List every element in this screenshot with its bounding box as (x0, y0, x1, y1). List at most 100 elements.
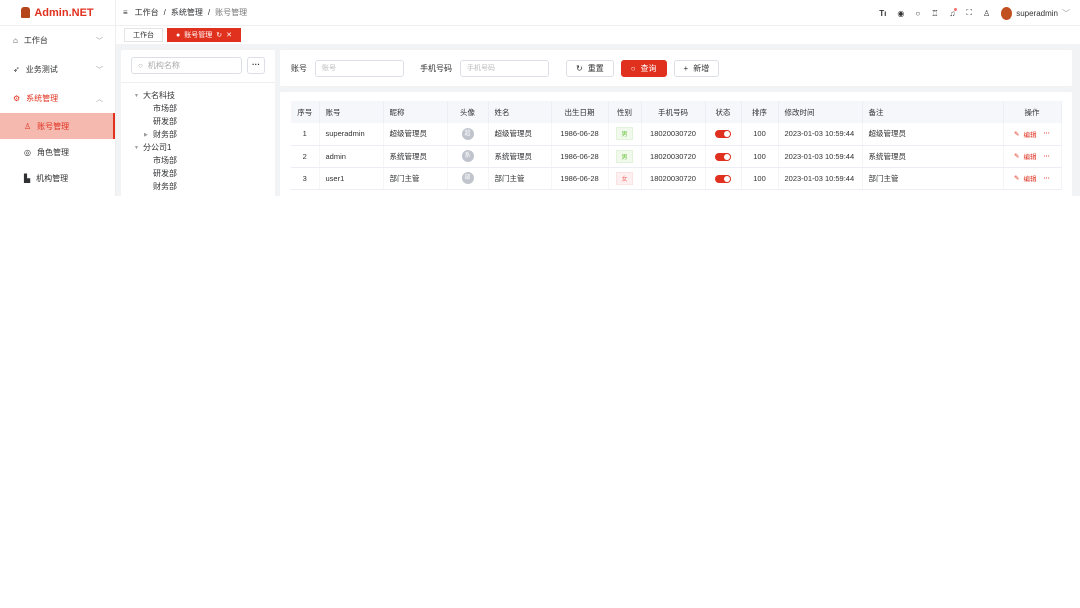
header-tools: Tı ◉ ○ ♖ ♫ ⛶ ♙ superadmin ﹀ (879, 0, 1070, 26)
cell-sex: 女 (608, 167, 642, 190)
phone-input[interactable]: 手机号码 (460, 59, 549, 77)
edit-button[interactable]: 编辑 (1023, 151, 1036, 161)
add-button[interactable]: + 新增 (673, 59, 720, 77)
org-search-input[interactable]: ○ 机构名称 (131, 57, 242, 74)
logo[interactable]: Admin.NET (0, 0, 115, 26)
cell-nickname: 部门主管 (383, 167, 448, 190)
chevron-down-icon: ﹀ (96, 37, 103, 45)
divider (121, 82, 275, 83)
edit-button[interactable]: 编辑 (1023, 173, 1036, 183)
col-header: 修改时间 (778, 101, 863, 123)
sidebar-item-account[interactable]: ♙ 账号管理 (0, 113, 115, 139)
breadcrumb-item[interactable]: 系统管理 (171, 7, 203, 18)
edit-icon[interactable]: ✎ (1014, 130, 1019, 138)
col-header: 备注 (862, 101, 1004, 123)
query-button[interactable]: ○ 查询 (620, 59, 667, 77)
col-header: 姓名 (488, 101, 552, 123)
more-button[interactable]: ··· (1043, 175, 1050, 182)
chevron-down-icon: ﹀ (1062, 8, 1070, 18)
search-panel: 账号 账号 手机号码 手机号码 ↻ 重置 ○ 查询 + 新增 (280, 50, 1072, 86)
avatar: 超 (461, 127, 474, 140)
theme-shirt-icon[interactable]: ♖ (931, 9, 938, 18)
menu-label: 角色管理 (36, 147, 69, 157)
tree-node[interactable]: 市场部 (153, 156, 177, 166)
sidebar-item-role[interactable]: ◎ 角色管理 (0, 139, 115, 165)
edit-icon[interactable]: ✎ (1014, 174, 1019, 182)
tree-node[interactable]: ▶ 财务部 (144, 130, 177, 140)
bell-icon[interactable]: ♫ (949, 7, 958, 18)
breadcrumb-sep: / (207, 8, 211, 17)
cell-birth: 1986-06-28 (551, 145, 609, 168)
status-toggle[interactable] (715, 152, 731, 161)
caret-down-icon: ▼ (134, 93, 139, 99)
user-icon[interactable]: ♙ (983, 9, 990, 18)
cell-name: 超级管理员 (488, 123, 552, 146)
sidebar-item-business-test[interactable]: ➶ 业务测试 ﹀ (0, 55, 115, 84)
org-tree-panel: ○ 机构名称 ··· ▼ 大名科技 市场部 研发部 ▶ 财务部 ▼ 分公司1 市场部 研… (121, 50, 275, 196)
tab-account[interactable]: ● 账号管理 ↻ ✕ (167, 28, 241, 42)
col-header: 操作 (1003, 101, 1062, 123)
table-row[interactable]: 2 admin 系统管理员 系 系统管理员 1986-06-28 男 18020… (291, 145, 1062, 168)
status-toggle[interactable] (715, 130, 731, 139)
tree-node[interactable]: 研发部 (153, 117, 177, 127)
cell-no: 2 (291, 145, 320, 168)
breadcrumb: 工作台 / 系统管理 / 账号管理 (135, 7, 247, 18)
tab-label: 工作台 (133, 32, 154, 39)
col-header: 头像 (447, 101, 489, 123)
cell-account: admin (319, 145, 384, 168)
chevron-up-icon: ︿ (96, 95, 103, 103)
language-icon[interactable]: ◉ (897, 9, 904, 18)
cell-time: 2023-01-03 10:59:44 (778, 123, 863, 146)
table-row[interactable]: 3 user1 部门主管 部 部门主管 1986-06-28 女 1802003… (291, 167, 1062, 190)
account-label: 账号 (291, 63, 307, 73)
edit-icon[interactable]: ✎ (1014, 152, 1019, 160)
search-icon[interactable]: ○ (915, 9, 920, 18)
edit-button[interactable]: 编辑 (1023, 129, 1036, 139)
tree-node[interactable]: 市场部 (153, 104, 177, 114)
cell-name: 系统管理员 (488, 145, 552, 168)
tree-node[interactable]: 研发部 (153, 169, 177, 179)
more-button[interactable]: ··· (1043, 153, 1050, 160)
cell-sex: 男 (608, 123, 642, 146)
caret-down-icon: ▼ (134, 145, 139, 151)
menu-fold-icon[interactable]: ≡ (123, 8, 128, 17)
table-row[interactable]: 1 superadmin 超级管理员 超 超级管理员 1986-06-28 男 … (291, 123, 1062, 146)
node-label: 财务部 (153, 182, 177, 191)
node-label: 研发部 (153, 169, 177, 178)
more-button[interactable]: ··· (1043, 130, 1050, 137)
reset-button[interactable]: ↻ 重置 (566, 59, 614, 77)
fullscreen-icon[interactable]: ⛶ (966, 8, 972, 18)
role-icon: ◎ (24, 147, 31, 157)
tab-workbench[interactable]: 工作台 (124, 28, 163, 42)
font-size-icon[interactable]: Tı (879, 9, 886, 18)
cell-status (705, 145, 742, 168)
tree-node[interactable]: ▼ 大名科技 (134, 91, 175, 101)
cell-order: 100 (741, 167, 779, 190)
breadcrumb-item[interactable]: 工作台 (135, 7, 159, 18)
tree-node[interactable]: 财务部 (153, 182, 177, 192)
sidebar-item-org[interactable]: ▙ 机构管理 (0, 165, 115, 191)
cell-avatar: 系 (447, 145, 489, 168)
menu-label: 机构管理 (36, 173, 69, 183)
button-label: 查询 (640, 63, 657, 73)
tree-node[interactable]: ▼ 分公司1 (134, 143, 171, 153)
button-label: 新增 (693, 63, 710, 73)
cell-avatar: 部 (447, 167, 489, 190)
app-title: Admin.NET (34, 6, 94, 19)
sidebar-item-workbench[interactable]: ⌂ 工作台 ﹀ (0, 26, 115, 55)
plus-icon: + (683, 63, 689, 73)
account-input[interactable]: 账号 (315, 59, 404, 77)
sidebar-item-system[interactable]: ⚙ 系统管理 ︿ (0, 84, 115, 113)
user-icon: ♙ (24, 121, 32, 131)
tree-more-button[interactable]: ··· (247, 57, 265, 74)
breadcrumb-item: 账号管理 (215, 8, 248, 17)
sex-badge: 男 (616, 127, 633, 141)
col-header: 账号 (319, 101, 384, 123)
phone-label: 手机号码 (420, 63, 452, 73)
node-label: 研发部 (153, 117, 177, 126)
user-menu[interactable]: superadmin ﹀ (1001, 6, 1070, 20)
close-icon[interactable]: ✕ (226, 31, 232, 39)
breadcrumb-sep: / (163, 8, 166, 17)
status-toggle[interactable] (715, 174, 731, 183)
refresh-icon[interactable]: ↻ (216, 31, 222, 39)
